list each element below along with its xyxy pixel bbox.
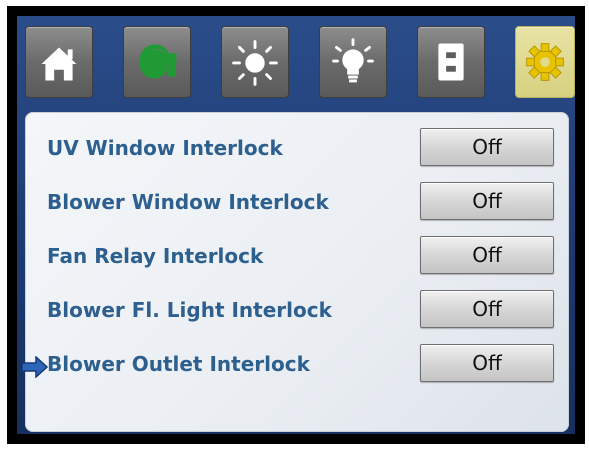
touch-screen: UV Window Interlock Off Blower Window In… <box>17 16 575 434</box>
outlet-icon <box>438 43 464 81</box>
selection-arrow-icon <box>22 356 48 378</box>
light-button[interactable] <box>319 26 387 98</box>
home-button[interactable] <box>25 26 93 98</box>
blower-window-interlock-toggle[interactable]: Off <box>420 182 554 220</box>
setting-row-uv-window: UV Window Interlock Off <box>25 126 569 170</box>
setting-row-blower-window: Blower Window Interlock Off <box>25 180 569 224</box>
setting-label: Blower Outlet Interlock <box>47 352 310 376</box>
setting-row-fan-relay: Fan Relay Interlock Off <box>25 234 569 278</box>
toolbar <box>17 16 575 110</box>
setting-row-blower-fl-light: Blower Fl. Light Interlock Off <box>25 288 569 332</box>
light-bulb-icon <box>332 38 374 83</box>
blower-icon <box>139 44 177 79</box>
uv-sun-icon <box>232 40 278 86</box>
settings-panel: UV Window Interlock Off Blower Window In… <box>22 112 569 432</box>
home-icon <box>41 47 77 81</box>
settings-tab-button[interactable] <box>515 26 575 98</box>
blower-fl-light-interlock-toggle[interactable]: Off <box>420 290 554 328</box>
fan-relay-interlock-toggle[interactable]: Off <box>420 236 554 274</box>
blower-outlet-interlock-toggle[interactable]: Off <box>420 344 554 382</box>
setting-label: UV Window Interlock <box>47 136 283 160</box>
uv-window-interlock-toggle[interactable]: Off <box>420 128 554 166</box>
uv-button[interactable] <box>221 26 289 98</box>
outlet-button[interactable] <box>417 26 485 98</box>
device-frame: UV Window Interlock Off Blower Window In… <box>7 6 585 444</box>
setting-row-blower-outlet: Blower Outlet Interlock Off <box>22 342 569 386</box>
blower-button[interactable] <box>123 26 191 98</box>
setting-label: Blower Fl. Light Interlock <box>47 298 332 322</box>
gear-icon <box>526 43 564 81</box>
setting-label: Fan Relay Interlock <box>47 244 264 268</box>
setting-label: Blower Window Interlock <box>47 190 329 214</box>
